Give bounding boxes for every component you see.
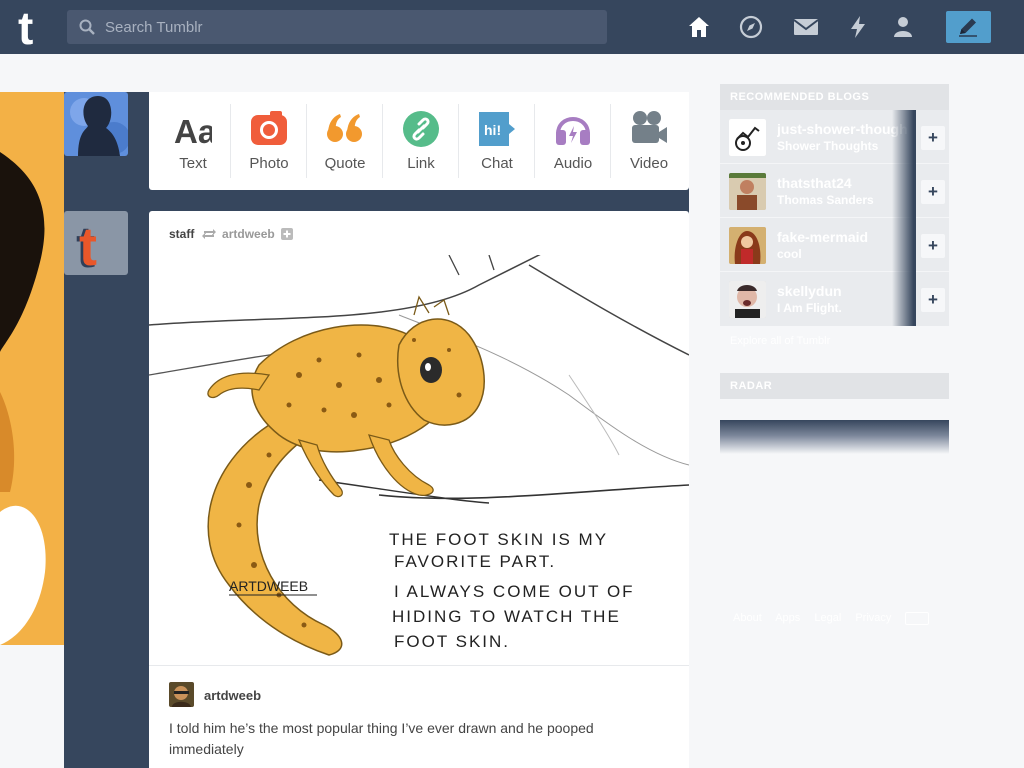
chat-icon: hi! — [479, 112, 515, 146]
recommended-blog-item[interactable]: just-shower-thoughts Shower Thoughts + — [720, 110, 949, 164]
keyboard-shortcuts-icon[interactable] — [905, 612, 930, 625]
blog-avatar — [729, 173, 766, 210]
quote-icon — [327, 114, 362, 142]
top-navigation-bar: t — [0, 0, 1024, 54]
post-type-label: Text — [179, 155, 207, 172]
headphones-icon — [556, 117, 590, 145]
post-type-label: Audio — [553, 155, 593, 172]
blog-avatar — [729, 119, 766, 156]
post-type-label: Quote — [324, 155, 366, 172]
post-type-label: Chat — [481, 155, 513, 172]
audio-post-button[interactable]: Audio — [535, 92, 611, 190]
post-type-label: Link — [407, 155, 435, 172]
follow-button[interactable]: + — [921, 126, 945, 150]
svg-text:t: t — [79, 217, 97, 275]
recommended-blogs-heading: RECOMMENDED BLOGS — [720, 84, 949, 110]
footer-link-apps[interactable]: Apps — [775, 612, 800, 624]
recommended-blog-item[interactable]: thatsthat24 Thomas Sanders + — [720, 164, 949, 218]
search-icon — [79, 19, 95, 35]
quote-post-button[interactable]: Quote — [307, 92, 383, 190]
post-type-label: Video — [629, 155, 669, 172]
post-type-bar: Aa Text Photo Quote Link hi! Chat Audio … — [149, 92, 689, 190]
blog-avatar — [729, 281, 766, 318]
footer-link-legal[interactable]: Legal — [814, 612, 841, 624]
blog-name: fake-mermaid — [777, 229, 869, 245]
recommended-blog-item[interactable]: skellydun I Am Flight. + — [720, 272, 949, 326]
video-camera-icon — [632, 111, 667, 143]
reblog-icon — [201, 229, 216, 239]
comic-text-line: FAVORITE PART. — [394, 552, 556, 571]
tumblr-logo-icon[interactable]: t — [14, 4, 54, 50]
follow-plus-icon[interactable] — [281, 228, 294, 240]
blog-name: skellydun — [777, 283, 842, 299]
photo-post-button[interactable]: Photo — [231, 92, 307, 190]
follow-button[interactable]: + — [921, 234, 945, 258]
radar-heading: RADAR — [720, 373, 949, 399]
post-type-label: Photo — [249, 155, 289, 172]
footer-link-privacy[interactable]: Privacy — [855, 612, 891, 624]
artist-signature: ARTDWEEB — [229, 578, 308, 594]
svg-text:t: t — [18, 4, 33, 50]
blog-title: Thomas Sanders — [777, 193, 874, 207]
compose-button[interactable] — [946, 11, 991, 43]
blog-avatar-staff[interactable]: t t — [64, 211, 128, 275]
blog-title: cool — [777, 247, 802, 261]
footer-links: About Apps Legal Privacy — [733, 612, 940, 625]
pencil-icon — [959, 18, 977, 37]
post-source-link[interactable]: artdweeb — [222, 227, 275, 241]
comic-text-line: HIDING TO WATCH THE — [392, 607, 621, 626]
commenter-avatar[interactable] — [169, 682, 194, 707]
comic-text-line: I ALWAYS COME OUT OF — [394, 582, 635, 601]
camera-icon — [251, 111, 287, 145]
blog-name: just-shower-thoughts — [777, 121, 907, 137]
commenter-name-link[interactable]: artdweeb — [204, 688, 261, 703]
post-caption: I told him he’s the most popular thing I… — [169, 720, 594, 757]
blog-name: thatsthat24 — [777, 175, 852, 191]
background-photo — [0, 92, 64, 645]
explore-link[interactable]: Explore all of Tumblr — [730, 335, 830, 347]
account-icon[interactable] — [891, 15, 915, 39]
search-box[interactable] — [67, 10, 607, 44]
post-divider — [149, 665, 689, 666]
comic-text-line: THE FOOT SKIN IS MY — [389, 530, 608, 549]
chat-post-button[interactable]: hi! Chat — [459, 92, 535, 190]
search-input[interactable] — [105, 10, 600, 44]
blog-title: I Am Flight. — [777, 301, 842, 315]
text-post-button[interactable]: Aa Text — [155, 92, 231, 190]
footer-link-about[interactable]: About — [733, 612, 762, 624]
follow-button[interactable]: + — [921, 180, 945, 204]
video-post-button[interactable]: Video — [611, 92, 687, 190]
comic-text-line: FOOT SKIN. — [394, 632, 510, 651]
link-post-button[interactable]: Link — [383, 92, 459, 190]
radar-post-preview[interactable] — [720, 420, 949, 454]
home-icon[interactable] — [687, 15, 711, 39]
page-margin — [0, 645, 64, 768]
post-header: staff artdweeb — [169, 227, 294, 241]
activity-icon[interactable] — [846, 15, 870, 39]
svg-text:Aa: Aa — [174, 113, 212, 148]
explore-icon[interactable] — [739, 15, 763, 39]
link-icon — [403, 111, 439, 147]
recommended-blogs-list: just-shower-thoughts Shower Thoughts + t… — [720, 110, 949, 326]
recommended-blog-item[interactable]: fake-mermaid cool + — [720, 218, 949, 272]
post-author-link[interactable]: staff — [169, 227, 194, 241]
follow-button[interactable]: + — [921, 288, 945, 312]
text-icon: Aa — [174, 113, 212, 148]
blog-title: Shower Thoughts — [777, 139, 879, 153]
inbox-icon[interactable] — [793, 15, 819, 39]
user-avatar[interactable] — [64, 92, 128, 156]
page-margin — [0, 54, 64, 92]
blog-avatar — [729, 227, 766, 264]
gecko-illustration[interactable]: ARTDWEEB THE FOOT SKIN IS MY FAVORITE PA… — [149, 255, 689, 665]
svg-text:hi!: hi! — [484, 122, 501, 138]
dashboard-post: staff artdweeb ARTDWEEB THE FOOT SKIN IS… — [149, 211, 689, 768]
